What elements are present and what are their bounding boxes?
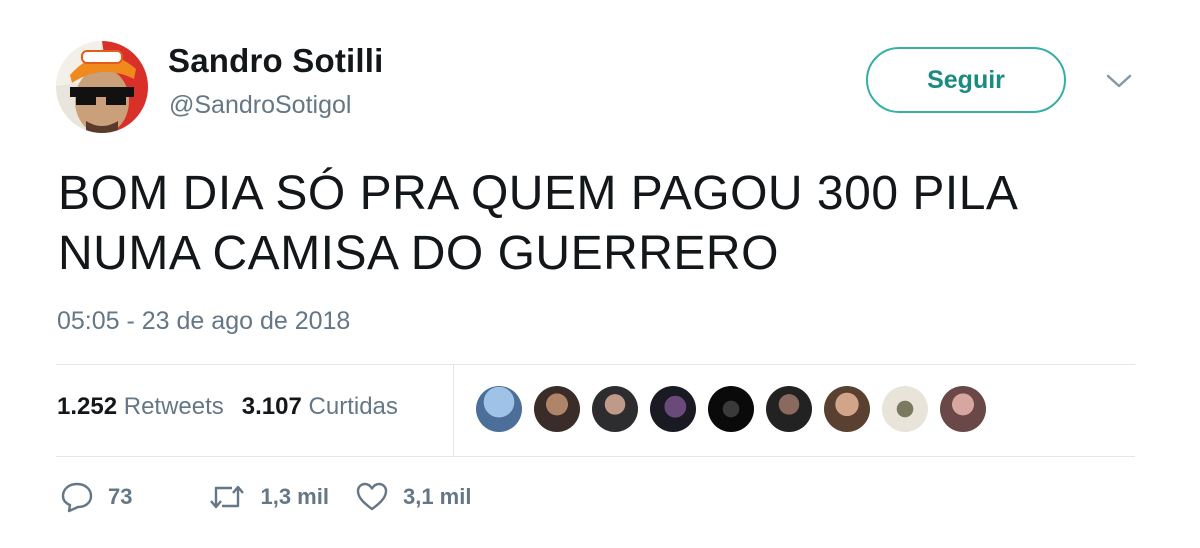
follow-button[interactable]: Seguir: [866, 47, 1066, 113]
user-handle[interactable]: @SandroSotigol: [169, 91, 351, 120]
divider: [453, 365, 454, 456]
liker-avatar[interactable]: [592, 386, 638, 432]
liker-avatars: [476, 386, 998, 432]
like-button[interactable]: 3,1 mil: [355, 482, 471, 512]
tweet-text: BOM DIA SÓ PRA QUEM PAGOU 300 PILA NUMA …: [58, 167, 1019, 280]
retweets-label: Retweets: [123, 393, 224, 420]
like-count: 3,1 mil: [402, 484, 472, 509]
tweet-timestamp[interactable]: 05:05 - 23 de ago de 2018: [57, 307, 350, 336]
liker-avatar[interactable]: [476, 386, 522, 432]
liker-avatar[interactable]: [940, 386, 986, 432]
tweet-actions: 73 1,3 mil 3,1 mil: [60, 481, 497, 513]
display-name[interactable]: Sandro Sotilli: [168, 42, 383, 80]
tweet-stats: 1.252 Retweets 3.107 Curtidas: [57, 393, 398, 421]
retweet-count: 1,3 mil: [260, 484, 329, 509]
likes-stat[interactable]: 3.107 Curtidas: [242, 393, 398, 421]
likes-count: 3.107: [241, 393, 302, 420]
divider: [56, 456, 1135, 457]
retweets-stat[interactable]: 1.252 Retweets: [57, 393, 224, 421]
reply-icon: [60, 481, 94, 513]
retweets-count: 1.252: [57, 393, 118, 420]
liker-avatar[interactable]: [534, 386, 580, 432]
liker-avatar[interactable]: [650, 386, 696, 432]
avatar[interactable]: [56, 41, 148, 133]
liker-avatar[interactable]: [882, 386, 928, 432]
liker-avatar[interactable]: [766, 386, 812, 432]
retweet-button[interactable]: 1,3 mil: [208, 482, 329, 512]
likes-label: Curtidas: [308, 393, 398, 420]
divider: [56, 364, 1135, 365]
reply-button[interactable]: 73: [60, 481, 132, 513]
heart-icon: [355, 482, 389, 512]
liker-avatar[interactable]: [708, 386, 754, 432]
chevron-down-icon[interactable]: [1104, 70, 1134, 92]
reply-count: 73: [108, 484, 133, 509]
retweet-icon: [208, 482, 246, 512]
liker-avatar[interactable]: [824, 386, 870, 432]
